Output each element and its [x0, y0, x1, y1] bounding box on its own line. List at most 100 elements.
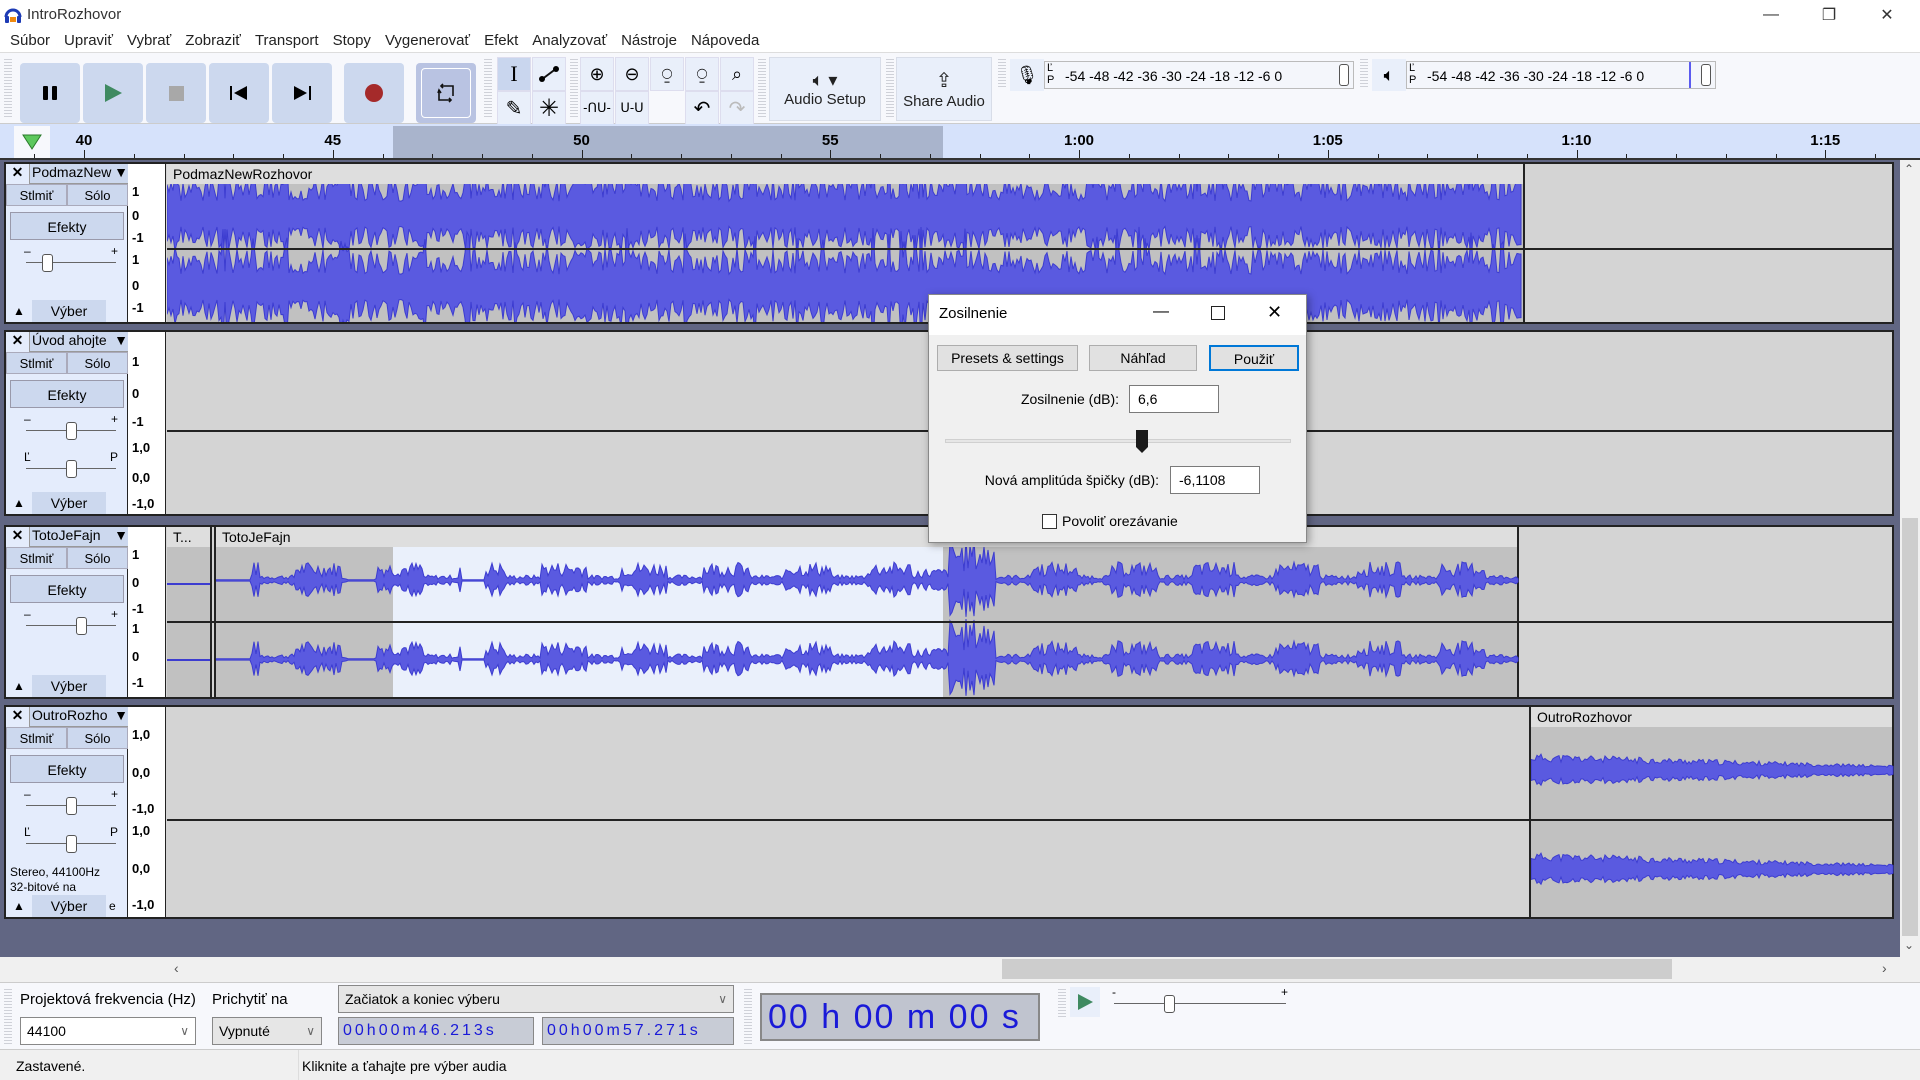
pan-slider[interactable]: ĽP	[24, 450, 118, 478]
silence-audio-button[interactable]: ᑌ-ᑌ	[615, 91, 649, 125]
track-name-menu[interactable]: TotoJeFajn ▼	[30, 527, 128, 546]
collapse-track-button[interactable]: ▲	[6, 492, 32, 514]
scroll-left-icon[interactable]: ‹	[174, 960, 179, 976]
allow-clipping-checkbox[interactable]	[1042, 514, 1057, 529]
track-outrorozho[interactable]: ✕ OutroRozho ▼ Stlmiť Sólo Efekty – + ĽP Ste…	[4, 705, 1894, 919]
vertical-ruler[interactable]: 1 0 -1 1 0 -1	[128, 527, 166, 697]
solo-button[interactable]: Sólo	[67, 352, 128, 374]
effects-button[interactable]: Efekty	[10, 575, 124, 603]
toolbar-grip[interactable]	[4, 987, 12, 1045]
clip-title[interactable]: T...	[167, 527, 210, 547]
menu-file[interactable]: Súbor	[4, 30, 58, 52]
close-track-button[interactable]: ✕	[6, 707, 30, 727]
zoom-in-button[interactable]: ⊕	[580, 57, 614, 91]
gain-slider[interactable]: – +	[24, 787, 118, 815]
close-track-button[interactable]: ✕	[6, 527, 30, 547]
vertical-ruler[interactable]: 1 0 -1 1,0 0,0 -1,0	[128, 332, 166, 514]
waveform-area[interactable]: T... TotoJeFajn	[167, 527, 1892, 697]
snap-to-dropdown[interactable]: Vypnuté ∨	[212, 1017, 322, 1045]
track-totojefajn[interactable]: ✕ TotoJeFajn ▼ Stlmiť Sólo Efekty – + ▲ Výber…	[4, 525, 1894, 699]
gain-slider[interactable]: – +	[24, 412, 118, 440]
scroll-up-icon[interactable]: ⌃	[1904, 162, 1914, 176]
vertical-ruler[interactable]: 1,0 0,0 -1,0 1,0 0,0 -1,0	[128, 707, 166, 917]
close-track-button[interactable]: ✕	[6, 164, 30, 184]
menu-transport[interactable]: Transport	[249, 30, 327, 52]
menu-effect[interactable]: Efekt	[478, 30, 526, 52]
dialog-titlebar[interactable]: Zosilnenie — ✕	[929, 295, 1306, 335]
collapse-track-button[interactable]: ▲	[6, 675, 32, 697]
mute-button[interactable]: Stlmiť	[6, 727, 67, 749]
close-track-button[interactable]: ✕	[6, 332, 30, 352]
toolbar-grip[interactable]	[886, 57, 894, 119]
dialog-minimize-icon[interactable]: —	[1153, 303, 1169, 321]
pan-slider[interactable]: ĽP	[24, 825, 118, 853]
record-level-handle[interactable]	[1339, 64, 1349, 86]
audio-clip[interactable]: T...	[167, 527, 212, 697]
audio-clip[interactable]: TotoJeFajn	[214, 527, 1519, 697]
toolbar-grip[interactable]	[4, 57, 12, 119]
share-audio-button[interactable]: ⇪ Share Audio	[896, 57, 992, 121]
record-button[interactable]	[344, 63, 404, 123]
dialog-maximize-icon[interactable]	[1211, 306, 1225, 320]
collapse-track-button[interactable]: ▲	[6, 895, 32, 917]
gain-slider[interactable]: – +	[24, 607, 118, 635]
play-head-button[interactable]	[14, 126, 50, 158]
vertical-scroll-thumb[interactable]	[1902, 518, 1918, 936]
skip-to-end-button[interactable]	[272, 63, 332, 123]
mute-button[interactable]: Stlmiť	[6, 352, 67, 374]
horizontal-scrollbar[interactable]: ‹ ›	[0, 957, 1900, 982]
select-track-button[interactable]: Výber	[32, 492, 106, 514]
effects-button[interactable]: Efekty	[10, 212, 124, 240]
solo-button[interactable]: Sólo	[67, 547, 128, 569]
selection-end-timecode[interactable]: 00h00m57.271s	[542, 1017, 734, 1045]
menu-help[interactable]: Nápoveda	[685, 30, 767, 52]
record-meter-button[interactable]: 🎙︎	[1010, 59, 1044, 91]
select-track-button[interactable]: Výber	[32, 895, 106, 917]
multi-tool-button[interactable]: ✳	[532, 91, 566, 125]
presets-settings-button[interactable]: Presets & settings	[937, 345, 1078, 371]
clip-title[interactable]: TotoJeFajn	[216, 527, 1517, 547]
solo-button[interactable]: Sólo	[67, 184, 128, 206]
tracks-area[interactable]: ✕ PodmazNew ▼ Stlmiť Sólo Efekty – + ▲ Výber …	[0, 160, 1900, 957]
preview-button[interactable]: Náhľad	[1089, 345, 1197, 371]
toolbar-grip[interactable]	[570, 57, 578, 119]
audio-setup-button[interactable]: 🔈︎ ▾ Audio Setup	[769, 57, 881, 121]
gain-slider[interactable]: – +	[24, 244, 118, 272]
play-at-speed-button[interactable]	[1070, 987, 1100, 1017]
audio-clip[interactable]: OutroRozhovor	[1529, 707, 1894, 917]
menu-view[interactable]: Zobraziť	[179, 30, 249, 52]
dialog-close-icon[interactable]: ✕	[1267, 302, 1282, 323]
fit-project-button[interactable]: ⍜	[685, 57, 719, 91]
zoom-out-button[interactable]: ⊖	[615, 57, 649, 91]
toolbar-grip[interactable]	[744, 987, 752, 1045]
play-button[interactable]	[83, 63, 143, 123]
record-meter[interactable]: ĽP -54 -48 -42 -36 -30 -24 -18 -12 -6 0	[1044, 61, 1354, 89]
vertical-scrollbar[interactable]: ⌃ ⌄	[1900, 160, 1920, 957]
playback-meter[interactable]: ĽP -54 -48 -42 -36 -30 -24 -18 -12 -6 0	[1406, 61, 1716, 89]
undo-button[interactable]: ↶	[685, 91, 719, 125]
track-name-menu[interactable]: PodmazNew ▼	[30, 164, 128, 183]
ruler-selection-region[interactable]	[393, 126, 944, 158]
toolbar-grip[interactable]	[484, 57, 492, 119]
menu-tools[interactable]: Nástroje	[615, 30, 685, 52]
timeline-ruler[interactable]: 40 45 50 55 1:00 1:05 1:10 1:15	[0, 124, 1920, 160]
envelope-tool-button[interactable]	[532, 57, 566, 91]
project-rate-dropdown[interactable]: 44100 ∨	[20, 1017, 196, 1045]
track-name-menu[interactable]: OutroRozho ▼	[30, 707, 128, 726]
draw-tool-button[interactable]: ✎	[497, 91, 531, 125]
amplification-input[interactable]	[1129, 385, 1219, 413]
horizontal-scroll-thumb[interactable]	[1002, 959, 1672, 979]
mute-button[interactable]: Stlmiť	[6, 184, 67, 206]
track-name-menu[interactable]: Úvod ahojte ▼	[30, 332, 128, 351]
toolbar-grip[interactable]	[1360, 57, 1368, 87]
close-window-button[interactable]: ✕	[1858, 0, 1916, 30]
apply-button[interactable]: Použiť	[1209, 345, 1299, 371]
selection-start-timecode[interactable]: 00h00m46.213s	[338, 1017, 534, 1045]
menu-generate[interactable]: Vygenerovať	[379, 30, 478, 52]
scroll-right-icon[interactable]: ›	[1882, 960, 1887, 976]
zoom-toggle-button[interactable]: ⌕	[720, 57, 754, 91]
clip-title[interactable]: OutroRozhovor	[1531, 707, 1892, 727]
effects-button[interactable]: Efekty	[10, 380, 124, 408]
playback-meter-button[interactable]: 🔈︎	[1372, 59, 1406, 91]
stop-button[interactable]	[146, 63, 206, 123]
